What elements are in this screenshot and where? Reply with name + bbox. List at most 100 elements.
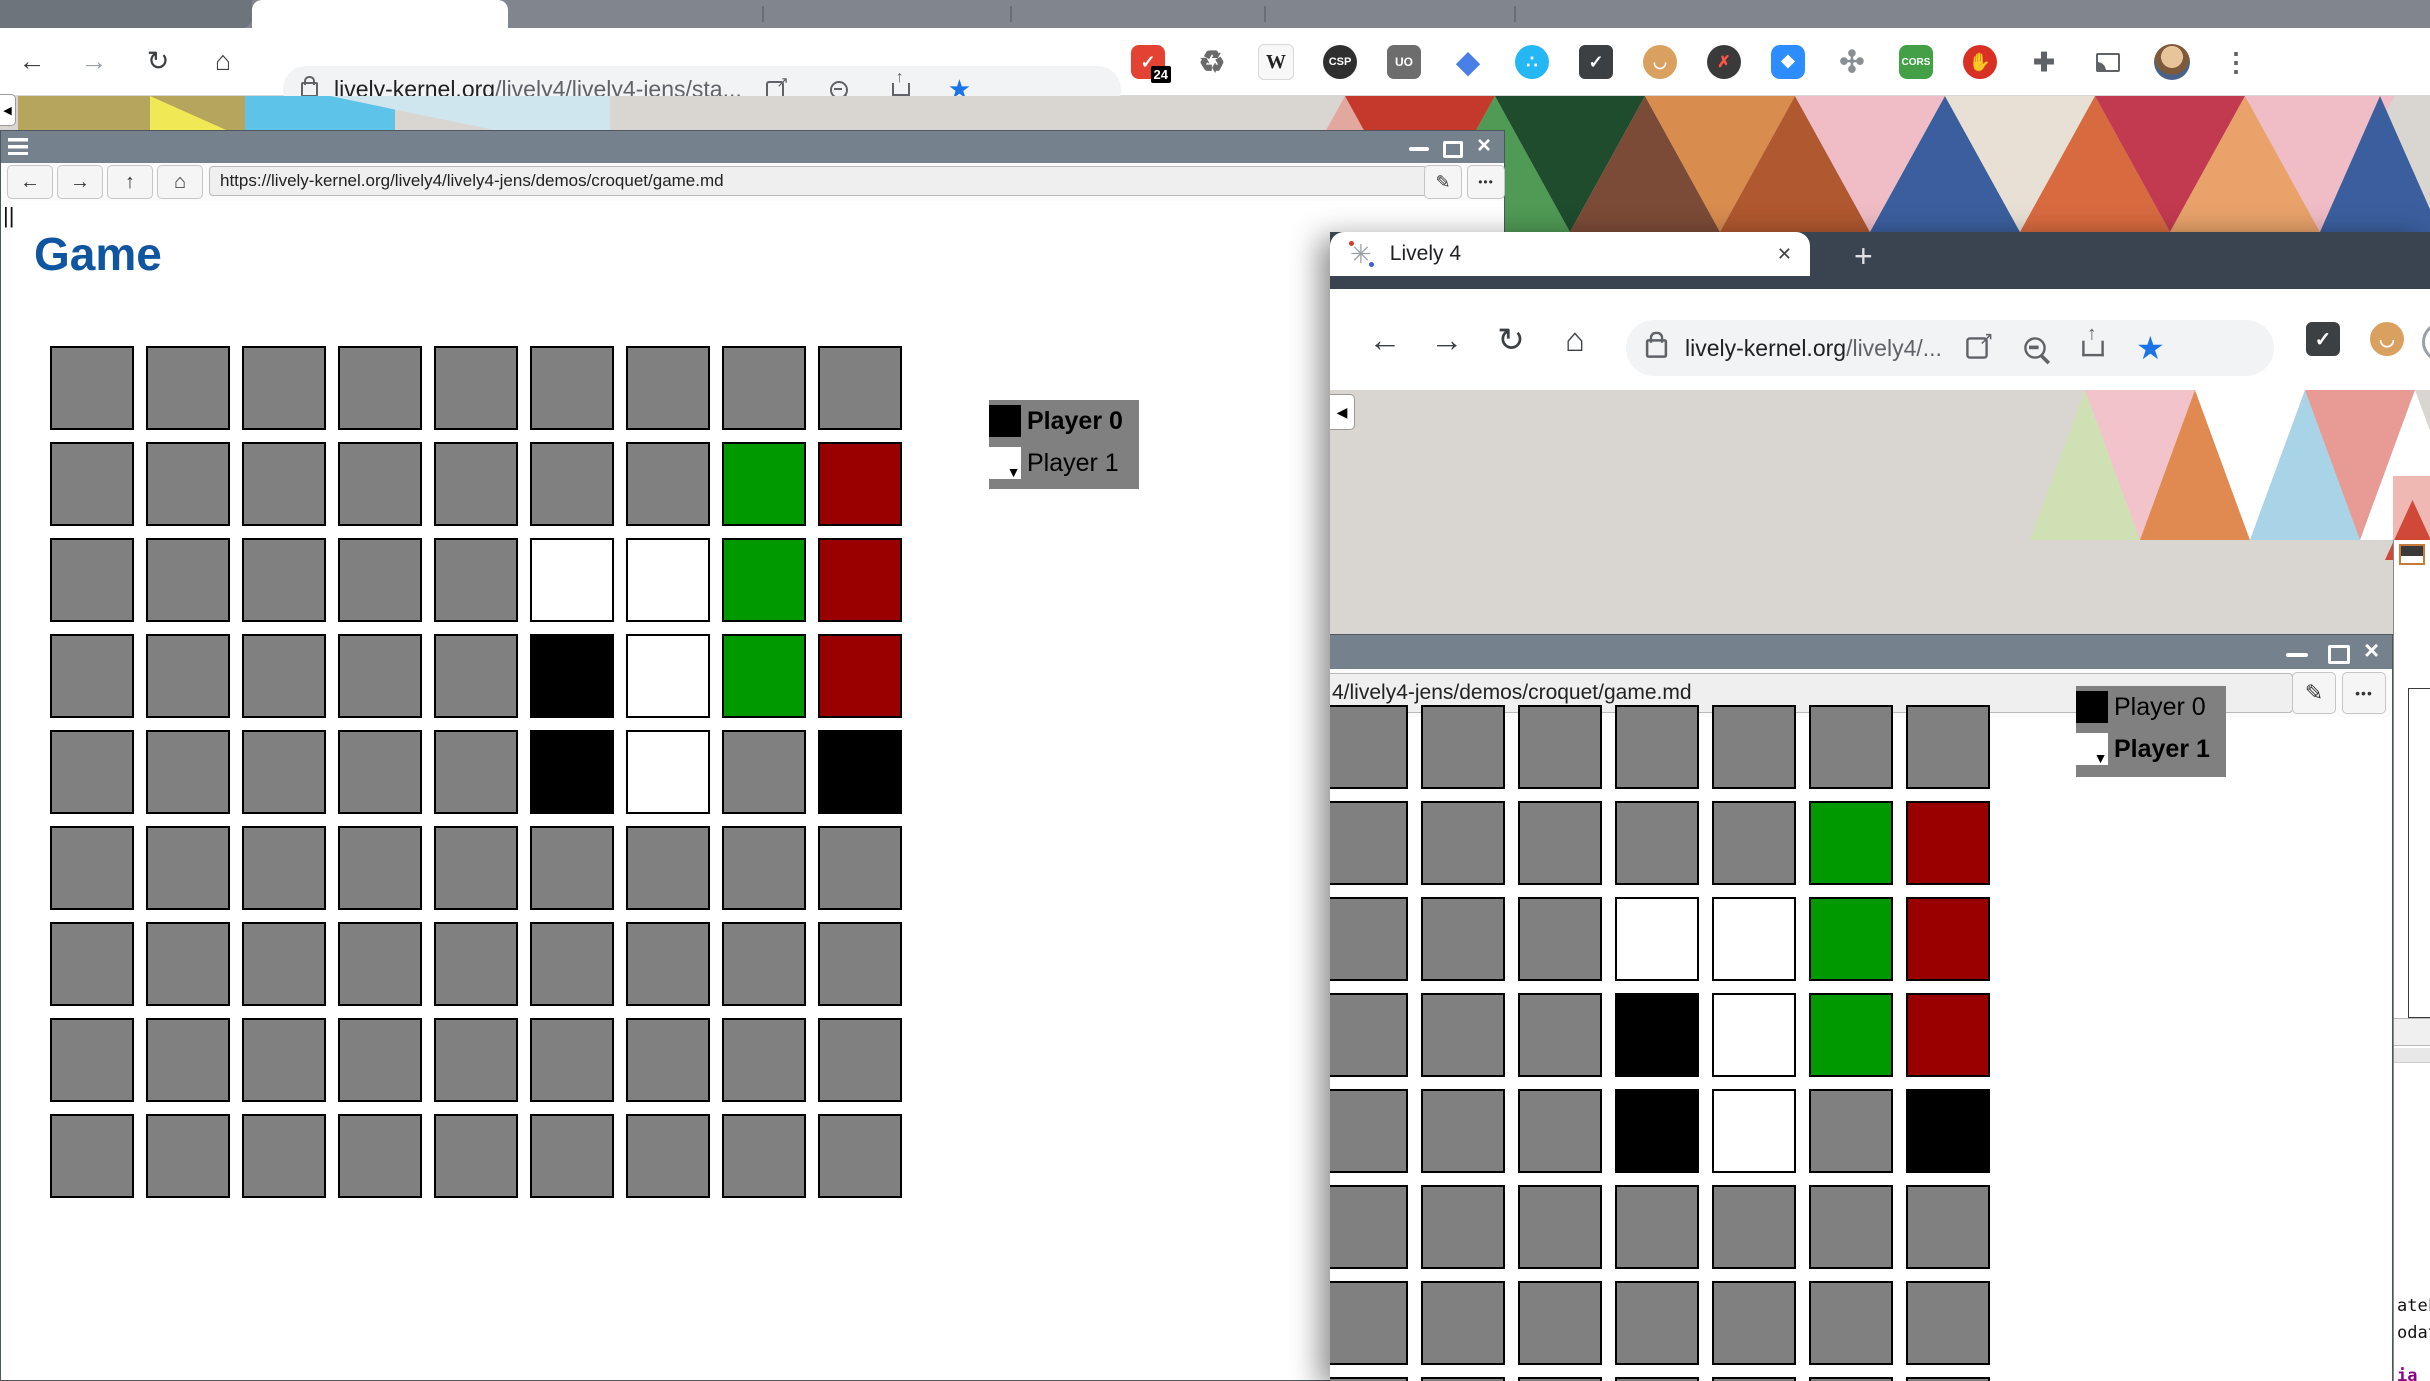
board-cell[interactable] xyxy=(722,346,806,430)
person-block-icon[interactable]: ✗ xyxy=(1704,42,1744,82)
board-cell[interactable] xyxy=(1421,993,1505,1077)
board-cell[interactable] xyxy=(146,1018,230,1102)
board-cell[interactable] xyxy=(1615,1185,1699,1269)
board-cell[interactable] xyxy=(146,538,230,622)
board-cell[interactable] xyxy=(1906,801,1990,885)
maximize-button[interactable] xyxy=(1443,141,1463,158)
board-cell[interactable] xyxy=(722,730,806,814)
board-cell[interactable] xyxy=(1518,1089,1602,1173)
legend-row-player0[interactable]: Player 0 xyxy=(989,403,1139,439)
board-cell[interactable] xyxy=(1809,1089,1893,1173)
board-cell[interactable] xyxy=(1615,1089,1699,1173)
board-cell[interactable] xyxy=(434,346,518,430)
board-cell[interactable] xyxy=(146,826,230,910)
board-cell[interactable] xyxy=(242,730,326,814)
home-button[interactable]: ⌂ xyxy=(203,28,243,95)
board-cell[interactable] xyxy=(434,826,518,910)
board-cell[interactable] xyxy=(626,730,710,814)
board-cell[interactable] xyxy=(50,1114,134,1198)
board-cell[interactable] xyxy=(1330,1281,1408,1365)
wikipedia-icon[interactable]: W xyxy=(1256,42,1296,82)
board-cell[interactable] xyxy=(1330,1185,1408,1269)
back-button[interactable]: ← xyxy=(1360,289,1410,390)
legend-row-player0[interactable]: Player 0 xyxy=(2076,689,2226,725)
board-cell[interactable] xyxy=(818,1114,902,1198)
hamburger-menu-icon[interactable] xyxy=(8,138,28,155)
board-cell[interactable] xyxy=(722,922,806,1006)
browser1-tab-active[interactable] xyxy=(252,0,508,28)
lively2-titlebar[interactable]: × xyxy=(1330,635,2392,669)
board-cell[interactable] xyxy=(242,1114,326,1198)
board-cell[interactable] xyxy=(338,826,422,910)
board-cell[interactable] xyxy=(1518,1377,1602,1381)
tab-close-icon[interactable]: ✕ xyxy=(1777,244,1792,265)
cors-icon[interactable]: CORS xyxy=(1896,42,1936,82)
board-cell[interactable] xyxy=(1330,1089,1408,1173)
minimize-button[interactable] xyxy=(1409,147,1429,151)
board-cell[interactable] xyxy=(434,922,518,1006)
lively-url-field[interactable]: https://lively-kernel.org/lively4/lively… xyxy=(209,166,1427,196)
board-cell[interactable] xyxy=(626,538,710,622)
board-cell[interactable] xyxy=(722,442,806,526)
back-button[interactable]: ← xyxy=(12,28,52,95)
board-cell[interactable] xyxy=(1421,801,1505,885)
board-cell[interactable] xyxy=(722,634,806,718)
board-cell[interactable] xyxy=(434,442,518,526)
sidebar-collapse-marker[interactable]: ◀ xyxy=(0,94,16,126)
board-cell[interactable] xyxy=(1421,897,1505,981)
board-cell[interactable] xyxy=(50,442,134,526)
new-tab-button[interactable]: + xyxy=(1854,238,1873,275)
more-options-button[interactable]: ••• xyxy=(2342,672,2386,714)
board-cell[interactable] xyxy=(530,1114,614,1198)
board-cell[interactable] xyxy=(626,346,710,430)
board-cell[interactable] xyxy=(50,346,134,430)
board-cell[interactable] xyxy=(722,1018,806,1102)
share-nodes-icon[interactable]: ∴ xyxy=(1512,42,1552,82)
board-cell[interactable] xyxy=(1421,1281,1505,1365)
board-cell[interactable] xyxy=(1421,1089,1505,1173)
board-cell[interactable] xyxy=(434,634,518,718)
board-cell[interactable] xyxy=(818,922,902,1006)
board-cell[interactable] xyxy=(818,346,902,430)
window-icon[interactable] xyxy=(2399,544,2425,565)
browser1-tab-inactive[interactable] xyxy=(0,0,252,28)
board-cell[interactable] xyxy=(530,634,614,718)
forward-button[interactable]: → xyxy=(1422,289,1472,390)
board-cell[interactable] xyxy=(1330,705,1408,789)
edit-pencil-button[interactable]: ✎ xyxy=(2292,672,2336,714)
board-cell[interactable] xyxy=(1906,1185,1990,1269)
board-cell[interactable] xyxy=(146,1114,230,1198)
board-cell[interactable] xyxy=(818,1018,902,1102)
board-cell[interactable] xyxy=(50,826,134,910)
board-cell[interactable] xyxy=(1712,1089,1796,1173)
board-cell[interactable] xyxy=(146,346,230,430)
board-cell[interactable] xyxy=(1330,993,1408,1077)
board-cell[interactable] xyxy=(242,538,326,622)
board-cell[interactable] xyxy=(1615,705,1699,789)
board-cell[interactable] xyxy=(818,538,902,622)
board-cell[interactable] xyxy=(1518,1185,1602,1269)
board-cell[interactable] xyxy=(1809,1377,1893,1381)
board-cell[interactable] xyxy=(242,442,326,526)
board-cell[interactable] xyxy=(1615,1377,1699,1381)
board-cell[interactable] xyxy=(530,1018,614,1102)
board-cell[interactable] xyxy=(1330,897,1408,981)
board-cell[interactable] xyxy=(242,826,326,910)
puzzle-icon[interactable]: ✚ xyxy=(2024,42,2064,82)
board-cell[interactable] xyxy=(818,730,902,814)
board-cell[interactable] xyxy=(1809,897,1893,981)
board-cell[interactable] xyxy=(146,634,230,718)
lively-up-button[interactable]: ↑ xyxy=(107,165,153,199)
board-cell[interactable] xyxy=(242,1018,326,1102)
board-cell[interactable] xyxy=(434,1018,518,1102)
board-cell[interactable] xyxy=(434,1114,518,1198)
board-cell[interactable] xyxy=(242,634,326,718)
minimize-button[interactable] xyxy=(2286,653,2308,657)
board-cell[interactable] xyxy=(818,634,902,718)
recycle-icon[interactable]: ♻ xyxy=(1192,42,1232,82)
board-cell[interactable] xyxy=(1712,1185,1796,1269)
board-cell[interactable] xyxy=(338,346,422,430)
sidebar-collapse-marker[interactable]: ◀ xyxy=(1330,394,1355,430)
more-options-button[interactable]: ••• xyxy=(1467,165,1505,199)
clipped-field[interactable] xyxy=(2394,1048,2430,1063)
